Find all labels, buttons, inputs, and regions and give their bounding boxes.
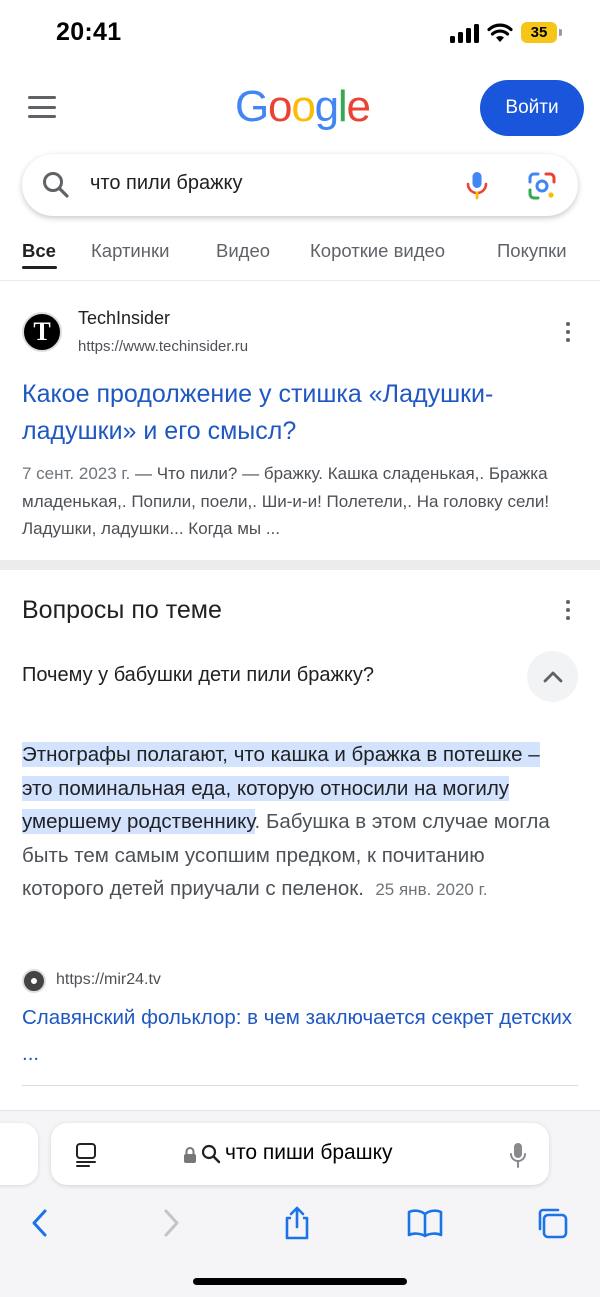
source-url[interactable]: https://mir24.tv — [56, 971, 161, 989]
previous-tab-preview[interactable] — [0, 1123, 38, 1185]
collapse-button[interactable] — [527, 651, 578, 702]
logo-letter: G — [235, 82, 269, 131]
site-favicon: T — [22, 312, 62, 352]
share-icon — [285, 1206, 309, 1240]
search-icon — [43, 172, 69, 198]
tab-shopping[interactable]: Покупки — [497, 240, 567, 262]
active-tab-indicator — [22, 266, 57, 269]
logo-letter: l — [337, 82, 348, 131]
logo-letter: o — [291, 82, 315, 131]
voice-search-icon[interactable] — [462, 170, 492, 200]
google-lens-icon[interactable] — [526, 170, 558, 202]
search-box[interactable]: что пили бражку — [22, 154, 578, 216]
site-url[interactable]: https://www.techinsider.ru — [78, 338, 248, 355]
source-favicon — [22, 969, 46, 993]
related-more-icon[interactable] — [558, 598, 578, 622]
forward-button[interactable] — [149, 1201, 193, 1245]
tab-videos[interactable]: Видео — [216, 240, 270, 262]
result-snippet: 7 сент. 2023 г. — Что пили? — бражку. Ка… — [22, 460, 578, 543]
tabs-icon — [538, 1208, 568, 1239]
cellular-signal-icon — [450, 23, 479, 43]
safari-toolbar — [0, 1201, 600, 1245]
status-bar: 20:41 35 — [0, 0, 600, 68]
wifi-icon — [487, 23, 513, 42]
forward-icon — [164, 1209, 179, 1237]
tab-short-videos[interactable]: Короткие видео — [310, 240, 445, 262]
status-icons: 35 — [450, 22, 562, 43]
back-icon — [32, 1209, 47, 1237]
google-logo[interactable]: Google — [235, 82, 371, 132]
safari-bottom-bar: что пиши брашку — [0, 1110, 600, 1297]
bookmarks-icon — [407, 1209, 443, 1238]
section-separator — [0, 560, 600, 570]
site-name[interactable]: TechInsider — [78, 308, 170, 329]
tabs-button[interactable] — [530, 1201, 574, 1245]
source-title-link[interactable]: Славянский фольклор: в чем заключается с… — [22, 1000, 578, 1072]
chevron-up-icon — [543, 671, 562, 682]
logo-letter: e — [346, 82, 370, 131]
related-question[interactable]: Почему у бабушки дети пили бражку? — [22, 664, 374, 687]
result-title-link[interactable]: Какое продолжение у стишка «Ладушки-ладу… — [22, 376, 578, 450]
address-bar[interactable]: что пиши брашку — [51, 1123, 549, 1185]
result-date: 7 сент. 2023 г. — [22, 464, 131, 483]
search-tabs: Все Картинки Видео Короткие видео Покупк… — [0, 226, 600, 274]
signin-button[interactable]: Войти — [480, 80, 584, 136]
battery-icon: 35 — [521, 22, 562, 43]
back-button[interactable] — [18, 1201, 62, 1245]
result-more-icon[interactable] — [558, 320, 578, 344]
logo-letter: o — [268, 82, 292, 131]
tab-images[interactable]: Картинки — [91, 240, 169, 262]
search-input[interactable]: что пили бражку — [90, 172, 243, 195]
lock-icon — [184, 1147, 196, 1163]
home-indicator[interactable] — [193, 1278, 407, 1285]
bookmarks-button[interactable] — [403, 1201, 447, 1245]
divider — [0, 280, 600, 281]
microphone-icon[interactable] — [509, 1141, 527, 1169]
logo-letter: g — [314, 82, 339, 131]
share-button[interactable] — [275, 1201, 319, 1245]
divider — [22, 1085, 578, 1086]
battery-level: 35 — [521, 22, 557, 43]
address-text[interactable]: что пиши брашку — [225, 1141, 393, 1165]
status-time: 20:41 — [56, 18, 122, 46]
menu-icon[interactable] — [28, 96, 56, 118]
answer-date: 25 янв. 2020 г. — [375, 880, 488, 899]
page-menu-icon[interactable] — [75, 1142, 97, 1168]
tab-all[interactable]: Все — [22, 240, 56, 262]
answer-text: Этнографы полагают, что кашка и бражка в… — [22, 738, 562, 907]
related-questions-heading: Вопросы по теме — [22, 596, 222, 624]
search-icon — [201, 1144, 221, 1164]
google-header: Google Войти — [0, 78, 600, 138]
